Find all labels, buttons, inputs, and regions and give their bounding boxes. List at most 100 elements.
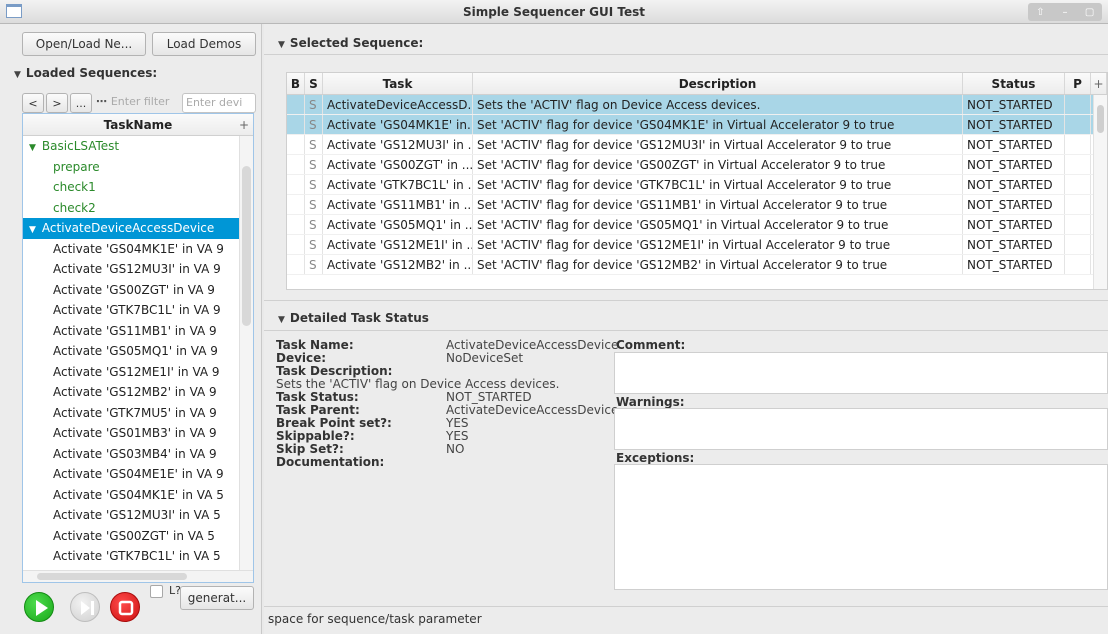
table-header: B S Task Description Status P + bbox=[287, 73, 1107, 95]
tree-item[interactable]: check2 bbox=[23, 198, 253, 219]
filter-placeholder[interactable]: Enter filter bbox=[111, 95, 170, 108]
nav-next-button[interactable]: > bbox=[46, 93, 68, 113]
table-row[interactable]: S Activate 'GTK7BC1L' in ... Set 'ACTIV' f… bbox=[287, 175, 1107, 195]
tree-item-label: Activate 'GTK7MU5' in VA 9 bbox=[53, 405, 217, 420]
tree-item-label: check2 bbox=[53, 200, 96, 215]
step-button[interactable] bbox=[70, 592, 100, 622]
cell-task: Activate 'GS00ZGT' in ... bbox=[323, 155, 473, 174]
col-b[interactable]: B bbox=[287, 73, 305, 94]
tree-horizontal-scrollbar[interactable] bbox=[23, 570, 253, 582]
col-description[interactable]: Description bbox=[473, 73, 963, 94]
device-filter-input[interactable]: Enter devi bbox=[182, 93, 256, 113]
cell-s: S bbox=[305, 135, 323, 154]
tree-item[interactable]: Activate 'GS00ZGT' in VA 5 bbox=[23, 526, 253, 547]
comment-field[interactable] bbox=[614, 352, 1108, 394]
add-column-icon[interactable]: + bbox=[1091, 73, 1107, 94]
task-status-value: NOT_STARTED bbox=[446, 390, 532, 404]
cell-s: S bbox=[305, 235, 323, 254]
exceptions-field[interactable] bbox=[614, 464, 1108, 590]
cell-p bbox=[1065, 135, 1091, 154]
nav-more-button[interactable]: ... bbox=[70, 93, 92, 113]
sequence-table[interactable]: B S Task Description Status P + S Activat… bbox=[286, 72, 1108, 290]
tree-item[interactable]: Activate 'GS04MK1E' in VA 9 bbox=[23, 239, 253, 260]
cell-status: NOT_STARTED bbox=[963, 195, 1065, 214]
minimize-icon[interactable]: – bbox=[1058, 7, 1072, 18]
cell-p bbox=[1065, 235, 1091, 254]
selected-sequence-header[interactable]: ▼ Selected Sequence: bbox=[278, 36, 423, 50]
tree-item[interactable]: Activate 'GS12MU3I' in VA 9 bbox=[23, 259, 253, 280]
cell-s: S bbox=[305, 195, 323, 214]
tree-header-label: TaskName bbox=[103, 118, 173, 132]
tree-item-label: Activate 'GS04MK1E' in VA 5 bbox=[53, 487, 224, 502]
play-button[interactable] bbox=[24, 592, 54, 622]
cell-s: S bbox=[305, 115, 323, 134]
tree-item[interactable]: Activate 'GTK7BC1L' in VA 5 bbox=[23, 546, 253, 567]
col-p[interactable]: P bbox=[1065, 73, 1091, 94]
tree-hscroll-thumb[interactable] bbox=[37, 573, 187, 580]
l7-checkbox[interactable] bbox=[150, 585, 163, 598]
generate-button[interactable]: generat... bbox=[180, 586, 254, 610]
tree-item[interactable]: Activate 'GS05MQ1' in VA 9 bbox=[23, 341, 253, 362]
tree-item[interactable]: Activate 'GTK7MU5' in VA 9 bbox=[23, 403, 253, 424]
col-task[interactable]: Task bbox=[323, 73, 473, 94]
skip-set-value: NO bbox=[446, 442, 465, 456]
tree-item[interactable]: ▼ BasicLSATest bbox=[23, 136, 253, 157]
cell-description: Set 'ACTIV' flag for device 'GS12MB2' in… bbox=[473, 255, 963, 274]
tree-item[interactable]: ▼ ActivateDeviceAccessDevice bbox=[23, 218, 253, 239]
tree-item[interactable]: Activate 'GS12MU3I' in VA 5 bbox=[23, 505, 253, 526]
tree-header[interactable]: TaskName + bbox=[23, 114, 253, 136]
table-row[interactable]: S Activate 'GS11MB1' in ... Set 'ACTIV' fl… bbox=[287, 195, 1107, 215]
skippable-label: Skippable?: bbox=[276, 429, 355, 443]
tree-item-label: Activate 'GS03MB4' in VA 9 bbox=[53, 446, 217, 461]
task-tree[interactable]: TaskName + ▼ BasicLSATest prepare check1 che… bbox=[22, 113, 254, 583]
col-status[interactable]: Status bbox=[963, 73, 1065, 94]
tree-item[interactable]: Activate 'GS12MB2' in VA 9 bbox=[23, 382, 253, 403]
tree-vertical-scrollbar[interactable] bbox=[239, 136, 253, 570]
nav-prev-button[interactable]: < bbox=[22, 93, 44, 113]
detailed-task-status-header[interactable]: ▼ Detailed Task Status bbox=[278, 311, 429, 325]
tree-item[interactable]: Activate 'GS04ME1E' in VA 9 bbox=[23, 464, 253, 485]
col-s[interactable]: S bbox=[305, 73, 323, 94]
table-vertical-scrollbar[interactable] bbox=[1093, 95, 1107, 289]
expand-icon[interactable]: ▼ bbox=[29, 225, 36, 235]
open-load-button[interactable]: Open/Load Ne... bbox=[22, 32, 146, 56]
tree-item[interactable]: Activate 'GS03MB4' in VA 9 bbox=[23, 444, 253, 465]
tree-item[interactable]: Activate 'GS00ZGT' in VA 9 bbox=[23, 280, 253, 301]
table-row[interactable]: S ActivateDeviceAccessD... Sets the 'ACTIV… bbox=[287, 95, 1107, 115]
parameter-footer: space for sequence/task parameter bbox=[268, 612, 482, 626]
cell-description: Sets the 'ACTIV' flag on Device Access d… bbox=[473, 95, 963, 114]
expand-icon[interactable]: ▼ bbox=[29, 143, 36, 153]
cell-b bbox=[287, 155, 305, 174]
loaded-sequences-header[interactable]: ▼ Loaded Sequences: bbox=[14, 66, 157, 80]
tree-item[interactable]: Activate 'GS04MK1E' in VA 5 bbox=[23, 485, 253, 506]
tree-item[interactable]: Activate 'GS11MB1' in VA 9 bbox=[23, 321, 253, 342]
table-row[interactable]: S Activate 'GS12MB2' in ... Set 'ACTIV' fl… bbox=[287, 255, 1107, 275]
task-status-label: Task Status: bbox=[276, 390, 359, 404]
table-row[interactable]: S Activate 'GS04MK1E' in... Set 'ACTIV' fl… bbox=[287, 115, 1107, 135]
tree-item-label: Activate 'GS12ME1I' in VA 9 bbox=[53, 364, 220, 379]
warnings-field[interactable] bbox=[614, 408, 1108, 450]
divider bbox=[264, 300, 1108, 301]
table-row[interactable]: S Activate 'GS05MQ1' in ... Set 'ACTIV' fl… bbox=[287, 215, 1107, 235]
tree-item[interactable]: prepare bbox=[23, 157, 253, 178]
maximize-icon[interactable]: ⇧ bbox=[1033, 7, 1047, 18]
stop-button[interactable] bbox=[110, 592, 140, 622]
tree-scroll-thumb[interactable] bbox=[242, 166, 251, 326]
cell-p bbox=[1065, 255, 1091, 274]
table-row[interactable]: S Activate 'GS00ZGT' in ... Set 'ACTIV' fl… bbox=[287, 155, 1107, 175]
cell-task: Activate 'GS12MB2' in ... bbox=[323, 255, 473, 274]
table-scroll-thumb[interactable] bbox=[1097, 105, 1104, 133]
add-column-icon[interactable]: + bbox=[239, 114, 249, 136]
tree-item[interactable]: Activate 'GTK7BC1L' in VA 9 bbox=[23, 300, 253, 321]
title-bar: Simple Sequencer GUI Test ⇧ – ▢ bbox=[0, 0, 1108, 24]
cell-p bbox=[1065, 155, 1091, 174]
restore-icon[interactable]: ▢ bbox=[1083, 7, 1097, 18]
table-row[interactable]: S Activate 'GS12MU3I' in ... Set 'ACTIV' f… bbox=[287, 135, 1107, 155]
tree-item[interactable]: check1 bbox=[23, 177, 253, 198]
load-demos-button[interactable]: Load Demos bbox=[152, 32, 256, 56]
table-row[interactable]: S Activate 'GS12ME1I' in ... Set 'ACTIV' f… bbox=[287, 235, 1107, 255]
tree-item[interactable]: Activate 'GS01MB3' in VA 9 bbox=[23, 423, 253, 444]
tree-item[interactable]: Activate 'GS12ME1I' in VA 9 bbox=[23, 362, 253, 383]
cell-task: Activate 'GS12ME1I' in ... bbox=[323, 235, 473, 254]
documentation-label: Documentation: bbox=[276, 455, 385, 469]
